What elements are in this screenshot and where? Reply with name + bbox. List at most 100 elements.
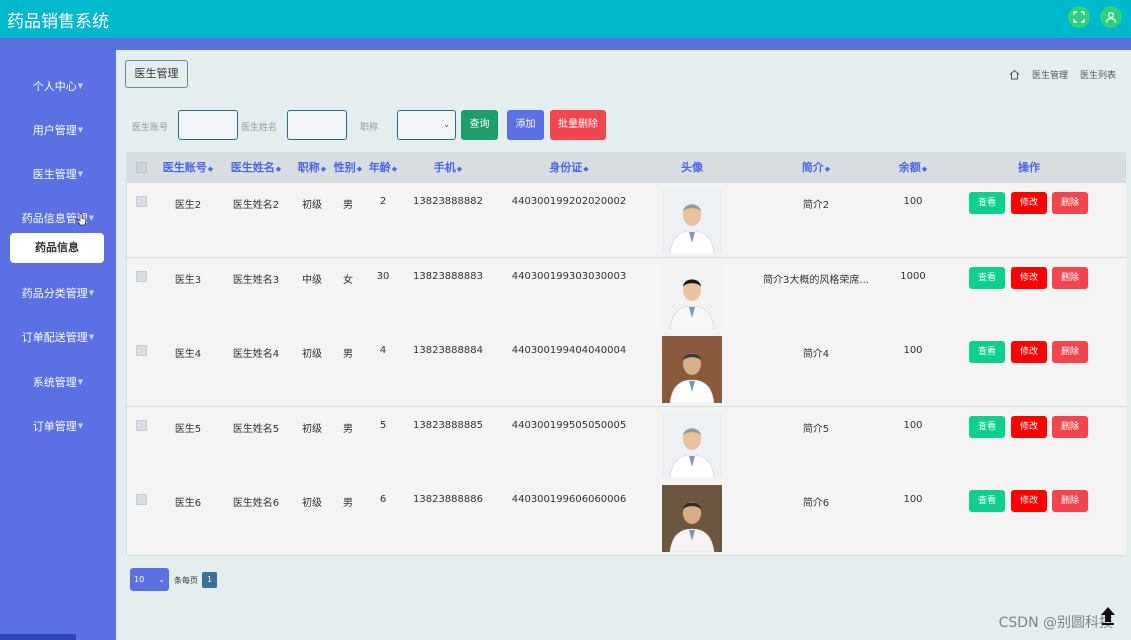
column-header-name[interactable]: 医生姓名◆ <box>231 153 281 183</box>
row-checkbox[interactable] <box>136 196 147 207</box>
doctor-avatar <box>662 410 722 478</box>
sort-icon: ◆ <box>824 165 831 173</box>
cell-id-card: 440300199303030003 <box>511 270 627 282</box>
sidebar-item-drug-category-management[interactable]: 药品分类管理▼ <box>0 285 116 301</box>
view-button[interactable]: 查看 <box>969 266 1005 289</box>
column-header-intro[interactable]: 简介◆ <box>802 153 830 183</box>
cell-id-card: 440300199202020002 <box>511 196 627 207</box>
cell-age: 4 <box>379 345 387 356</box>
cell-intro: 简介5 <box>802 423 830 435</box>
delete-button[interactable]: 删除 <box>1052 341 1088 363</box>
delete-button[interactable]: 删除 <box>1052 192 1088 214</box>
sidebar-item-label: 个人中心 <box>32 80 77 93</box>
back-to-top-icon[interactable] <box>1097 604 1119 626</box>
row-checkbox[interactable] <box>136 494 147 505</box>
cell-age: 2 <box>379 196 387 207</box>
sidebar-subitem-drug-info[interactable]: 药品信息 <box>10 233 104 263</box>
home-icon[interactable] <box>1009 69 1020 80</box>
fullscreen-icon[interactable] <box>1068 6 1090 28</box>
sidebar-item-doctor-management[interactable]: 医生管理▼ <box>0 166 116 182</box>
user-icon[interactable] <box>1100 6 1122 28</box>
cell-phone: 13823888883 <box>413 270 483 282</box>
cell-title: 初级 <box>302 200 322 211</box>
chevron-down-icon: ▼ <box>88 289 95 297</box>
page-size-select[interactable]: 10 ⌄ <box>130 568 169 591</box>
row-checkbox[interactable] <box>136 345 147 356</box>
sidebar: 个人中心▼ 用户管理▼ 医生管理▼ 药品信息管理▼ 药品信息 药品分类管理▼ 订… <box>0 50 116 640</box>
edit-button[interactable]: 修改 <box>1011 341 1047 363</box>
column-header-account[interactable]: 医生账号◆ <box>163 153 213 183</box>
cell-account: 医生2 <box>174 200 202 211</box>
watermark: CSDN @别圆科技 <box>998 615 1113 631</box>
sidebar-item-order-delivery-management[interactable]: 订单配送管理▼ <box>0 329 116 345</box>
cell-balance: 100 <box>903 419 923 431</box>
delete-button[interactable]: 删除 <box>1052 266 1088 289</box>
delete-button[interactable]: 删除 <box>1052 490 1088 512</box>
column-header-phone[interactable]: 手机◆ <box>434 153 462 183</box>
sidebar-item-personal-center[interactable]: 个人中心▼ <box>0 78 116 94</box>
column-header-balance[interactable]: 余额◆ <box>899 153 927 183</box>
name-input[interactable] <box>287 110 347 140</box>
cell-balance: 100 <box>903 494 923 505</box>
tab-doctor-management[interactable]: 医生管理 <box>125 60 188 88</box>
edit-button[interactable]: 修改 <box>1011 266 1047 289</box>
account-input[interactable] <box>178 110 238 140</box>
breadcrumb-item[interactable]: 医生管理 <box>1032 68 1068 81</box>
column-header-id-card[interactable]: 身份证◆ <box>549 153 588 183</box>
cell-name: 医生姓名6 <box>232 498 280 509</box>
cell-name: 医生姓名4 <box>232 349 280 360</box>
title-select[interactable]: ⌄ <box>397 110 456 140</box>
cell-balance: 100 <box>903 196 923 207</box>
cell-gender: 女 <box>343 274 353 286</box>
table-row: 医生6 医生姓名6 初级 男 6 13823888886 44030019960606000… <box>127 481 1126 556</box>
cell-account: 医生3 <box>174 274 202 286</box>
cell-account: 医生6 <box>174 498 202 509</box>
cell-title: 初级 <box>302 423 322 435</box>
cell-account: 医生5 <box>174 423 202 435</box>
cell-account: 医生4 <box>174 349 202 360</box>
chevron-down-icon: ▼ <box>88 214 95 222</box>
cell-age: 30 <box>376 270 390 282</box>
column-header-actions: 操作 <box>1018 161 1040 174</box>
add-button[interactable]: 添加 <box>507 110 544 140</box>
chevron-down-icon: ⌄ <box>158 575 165 584</box>
sort-icon: ◆ <box>356 165 363 173</box>
column-header-avatar: 头像 <box>681 161 703 174</box>
search-button[interactable]: 查询 <box>461 110 498 140</box>
column-header-age[interactable]: 年龄◆ <box>369 153 397 183</box>
chevron-down-icon: ▼ <box>77 170 84 178</box>
hand-cursor-icon <box>77 213 87 226</box>
column-header-title[interactable]: 职称◆ <box>298 153 326 183</box>
edit-button[interactable]: 修改 <box>1011 192 1047 214</box>
column-header-gender[interactable]: 性别◆ <box>334 153 362 183</box>
doctor-avatar <box>662 261 722 329</box>
chevron-down-icon: ▼ <box>77 422 84 430</box>
app-title: 药品销售系统 <box>7 12 109 32</box>
sidebar-item-drug-info-management[interactable]: 药品信息管理▼ <box>0 210 116 226</box>
chevron-down-icon: ▼ <box>77 126 84 134</box>
edit-button[interactable]: 修改 <box>1011 415 1047 438</box>
sort-icon: ◆ <box>921 165 928 173</box>
sidebar-item-label: 用户管理 <box>32 124 77 137</box>
view-button[interactable]: 查看 <box>969 192 1005 214</box>
doctor-avatar <box>662 336 722 403</box>
sidebar-item-user-management[interactable]: 用户管理▼ <box>0 122 116 138</box>
page-number-button[interactable]: 1 <box>202 572 217 588</box>
cell-age: 5 <box>379 419 387 431</box>
sidebar-item-system-management[interactable]: 系统管理▼ <box>0 374 116 390</box>
batch-delete-button[interactable]: 批量删除 <box>550 110 606 140</box>
row-checkbox[interactable] <box>136 419 147 431</box>
sort-icon: ◆ <box>207 165 214 173</box>
view-button[interactable]: 查看 <box>969 490 1005 512</box>
delete-button[interactable]: 删除 <box>1052 415 1088 438</box>
cell-title: 初级 <box>302 349 322 360</box>
cell-name: 医生姓名2 <box>232 200 280 211</box>
sidebar-item-order-management[interactable]: 订单管理▼ <box>0 418 116 434</box>
sidebar-item-label: 医生管理 <box>32 168 77 181</box>
row-checkbox[interactable] <box>136 270 147 282</box>
view-button[interactable]: 查看 <box>969 341 1005 363</box>
edit-button[interactable]: 修改 <box>1011 490 1047 512</box>
sort-icon: ◆ <box>275 165 282 173</box>
view-button[interactable]: 查看 <box>969 415 1005 438</box>
select-all-checkbox[interactable] <box>136 162 147 173</box>
